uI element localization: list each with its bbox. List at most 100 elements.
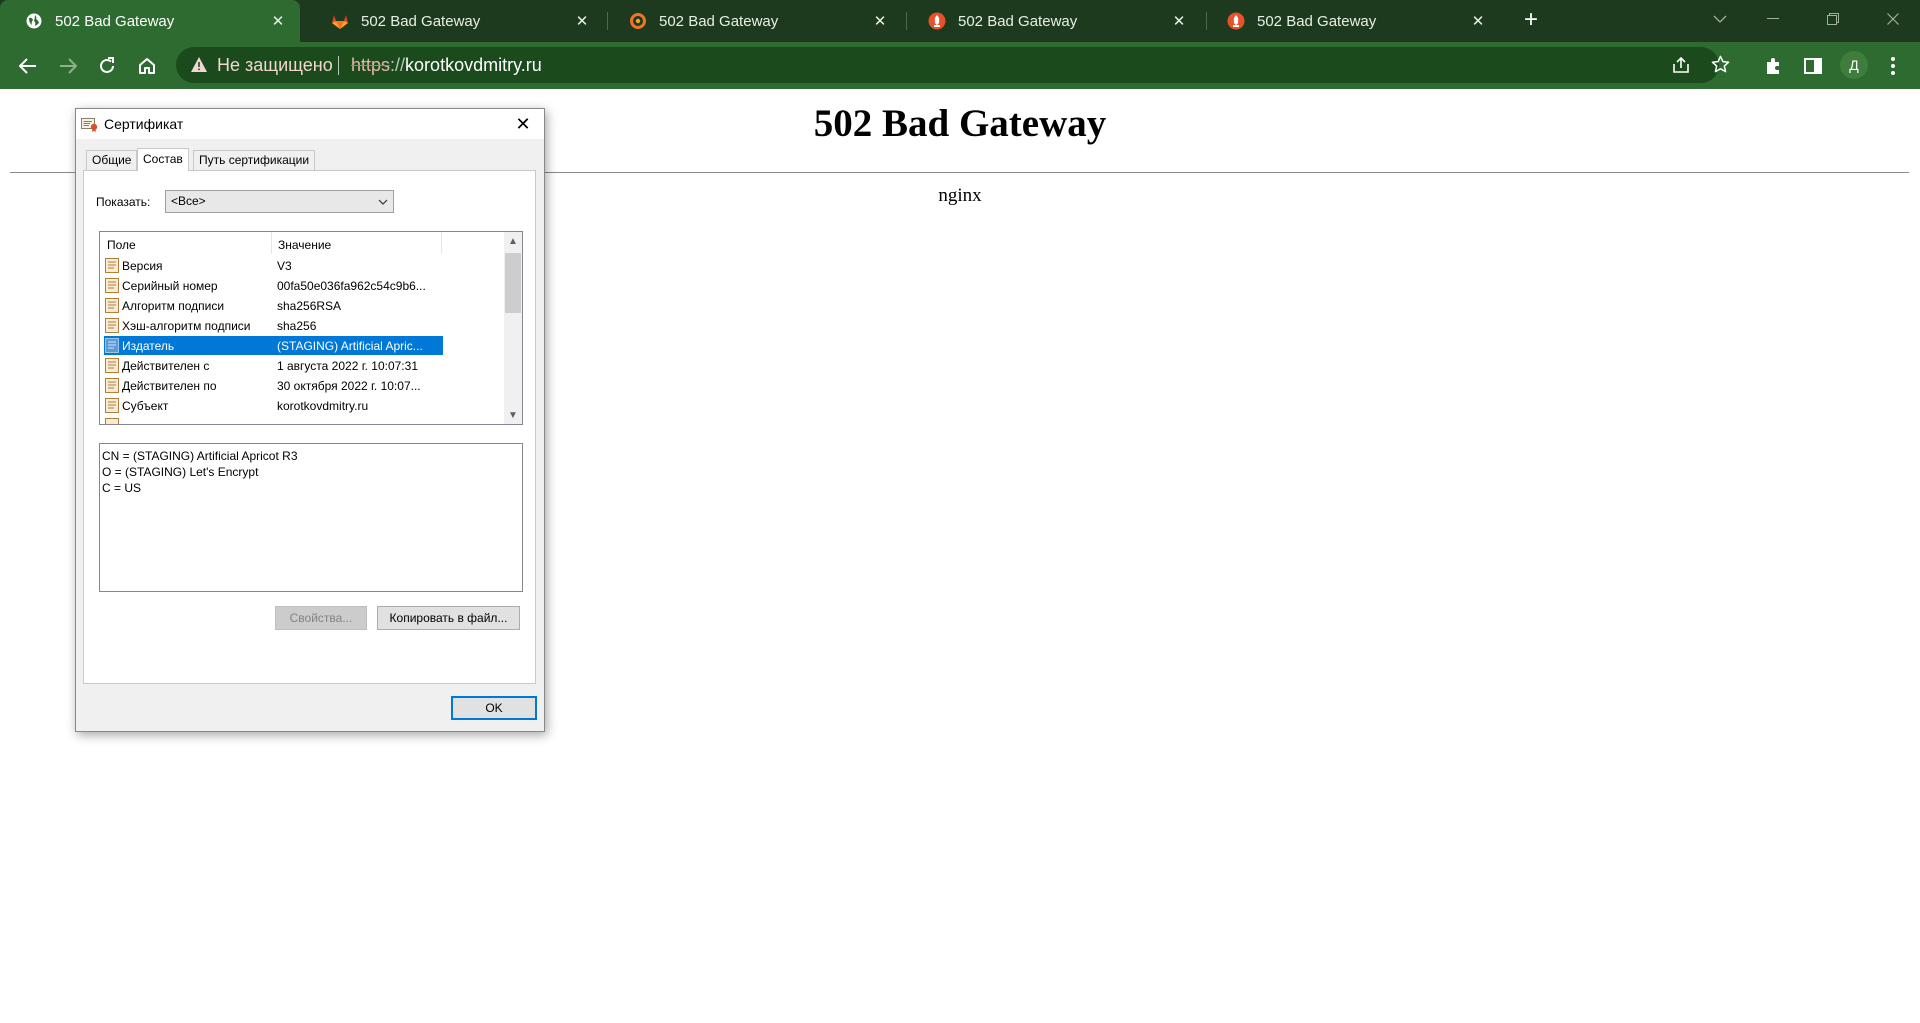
scroll-down-icon[interactable]: ▼ <box>504 406 522 424</box>
field-row[interactable]: Действителен с 1 августа 2022 г. 10:07:3… <box>104 356 443 375</box>
certificate-dialog: Сертификат ✕ Общие Состав Путь сертифика… <box>75 108 545 732</box>
tab-4[interactable]: 502 Bad Gateway ✕ <box>903 0 1201 42</box>
new-tab-button[interactable]: + <box>1517 7 1545 35</box>
show-dropdown[interactable]: <Все> <box>165 190 394 213</box>
properties-button[interactable]: Свойства... <box>275 606 367 630</box>
tab-2[interactable]: 502 Bad Gateway ✕ <box>306 0 604 42</box>
field-value: (STAGING) Artificial Apric... <box>277 339 423 353</box>
field-icon <box>105 418 119 424</box>
column-divider <box>271 232 272 254</box>
tab-1[interactable]: 502 Bad Gateway ✕ <box>0 0 300 42</box>
close-icon[interactable]: ✕ <box>1466 9 1490 33</box>
tab-5[interactable]: 502 Bad Gateway ✕ <box>1202 0 1500 42</box>
grafana-icon <box>629 12 647 30</box>
field-row[interactable]: Версия V3 <box>104 256 443 275</box>
field-row-selected[interactable]: Издатель (STAGING) Artificial Apric... <box>104 336 443 355</box>
share-icon[interactable] <box>1672 56 1690 79</box>
chevron-down-icon[interactable] <box>1697 0 1743 38</box>
tab-certification-path[interactable]: Путь сертификации <box>193 150 316 170</box>
back-icon[interactable] <box>13 51 43 81</box>
extensions-icon[interactable] <box>1758 51 1788 81</box>
tab-title: 502 Bad Gateway <box>361 12 481 30</box>
side-panel-icon[interactable] <box>1798 51 1828 81</box>
home-icon[interactable] <box>132 51 162 81</box>
column-header-value[interactable]: Значение <box>278 238 331 252</box>
dialog-title: Сертификат <box>104 116 184 132</box>
field-name: Действителен с <box>122 359 210 373</box>
ok-button[interactable]: OK <box>451 696 537 720</box>
url-text[interactable]: https://korotkovdmitry.ru <box>351 55 542 76</box>
tab-3[interactable]: 502 Bad Gateway ✕ <box>604 0 902 42</box>
browser-toolbar: Не защищено https://korotkovdmitry.ru Д <box>0 42 1920 89</box>
tab-general[interactable]: Общие <box>86 150 138 170</box>
security-label[interactable]: Не защищено <box>217 55 333 76</box>
vertical-scrollbar[interactable]: ▲ ▼ <box>504 232 522 424</box>
show-dropdown-value: <Все> <box>171 194 206 208</box>
field-icon <box>105 398 119 413</box>
column-divider <box>441 232 442 254</box>
profile-avatar[interactable]: Д <box>1840 51 1868 79</box>
field-detail-box[interactable]: CN = (STAGING) Artificial Apricot R3 O =… <box>99 443 523 592</box>
tab-details[interactable]: Состав <box>137 148 189 171</box>
app-icon <box>1227 12 1245 30</box>
column-header-field[interactable]: Поле <box>107 238 136 252</box>
field-name: Алгоритм подписи <box>122 299 225 313</box>
close-icon[interactable]: ✕ <box>1167 9 1191 33</box>
field-icon <box>105 258 119 273</box>
dialog-titlebar[interactable]: Сертификат ✕ <box>76 109 544 139</box>
field-value: 00fa50e036fa962c54c9b6... <box>277 279 426 293</box>
field-value: sha256RSA <box>277 299 342 313</box>
menu-kebab-icon[interactable] <box>1878 51 1908 81</box>
field-name: Серийный номер <box>122 279 218 293</box>
scrollbar-thumb[interactable] <box>505 253 521 313</box>
reload-icon[interactable] <box>92 51 122 81</box>
field-row[interactable]: Серийный номер 00fa50e036fa962c54c9b6... <box>104 276 443 295</box>
list-header: Поле Значение <box>100 232 504 254</box>
field-value: 30 октября 2022 г. 10:07... <box>277 379 421 393</box>
gitlab-icon <box>331 12 349 30</box>
close-icon[interactable]: ✕ <box>501 109 545 139</box>
close-icon[interactable]: ✕ <box>266 9 290 33</box>
tab-title: 502 Bad Gateway <box>55 12 175 30</box>
field-row-partial[interactable] <box>104 416 443 424</box>
field-row[interactable]: Субъект korotkovdmitry.ru <box>104 396 443 415</box>
restore-icon[interactable] <box>1810 0 1856 38</box>
bookmark-star-icon[interactable] <box>1711 55 1730 79</box>
forward-icon[interactable] <box>53 51 83 81</box>
field-row[interactable]: Хэш-алгоритм подписи sha256 <box>104 316 443 335</box>
field-row[interactable]: Действителен по 30 октября 2022 г. 10:07… <box>104 376 443 395</box>
field-name: Действителен по <box>122 379 217 393</box>
window-close-icon[interactable] <box>1870 0 1916 38</box>
field-icon <box>105 318 119 333</box>
tab-strip: 502 Bad Gateway ✕ 502 Bad Gateway ✕ 502 … <box>0 0 1920 42</box>
tab-title: 502 Bad Gateway <box>1257 12 1377 30</box>
field-value: V3 <box>277 259 292 273</box>
warning-icon[interactable] <box>190 56 208 74</box>
close-icon[interactable]: ✕ <box>570 9 594 33</box>
show-label: Показать: <box>96 195 151 209</box>
field-name: Версия <box>122 259 163 273</box>
field-icon <box>105 298 119 313</box>
close-icon[interactable]: ✕ <box>868 9 892 33</box>
app-icon <box>928 12 946 30</box>
url-host: korotkovdmitry.ru <box>405 55 542 75</box>
field-value: korotkovdmitry.ru <box>277 399 369 413</box>
globe-icon <box>25 12 43 30</box>
field-name: Издатель <box>122 339 175 353</box>
omnibox-divider <box>338 56 339 75</box>
url-scheme: https <box>351 55 391 75</box>
address-bar[interactable]: Не защищено https://korotkovdmitry.ru <box>176 47 1730 83</box>
minimize-icon[interactable] <box>1750 0 1796 38</box>
field-icon <box>105 378 119 393</box>
field-value: sha256 <box>277 319 317 333</box>
tab-title: 502 Bad Gateway <box>659 12 779 30</box>
field-value: 1 августа 2022 г. 10:07:31 <box>277 359 418 373</box>
copy-to-file-button[interactable]: Копировать в файл... <box>377 606 520 630</box>
scroll-up-icon[interactable]: ▲ <box>504 232 522 250</box>
fields-list[interactable]: Поле Значение Версия V3 Серийный номер 0… <box>99 231 523 425</box>
field-icon <box>105 278 119 293</box>
chevron-down-icon <box>378 195 388 209</box>
detail-line: C = US <box>102 481 142 495</box>
certificate-icon <box>81 116 99 132</box>
field-row[interactable]: Алгоритм подписи sha256RSA <box>104 296 443 315</box>
